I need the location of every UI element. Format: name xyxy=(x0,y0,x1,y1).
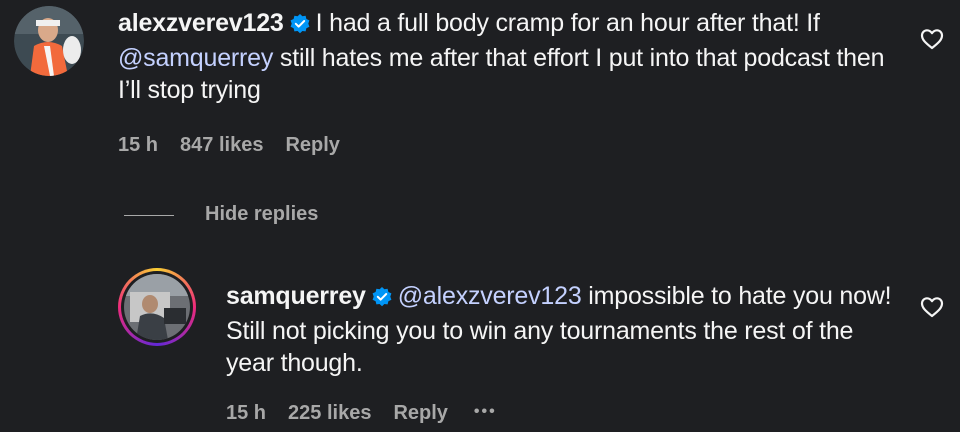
comment-time: 15 h xyxy=(118,134,159,156)
comment-meta: 15 h 225 likes Reply ••• xyxy=(226,402,519,425)
comment-body: I had a full body cramp for an hour afte… xyxy=(315,9,820,37)
verified-badge-icon xyxy=(290,10,310,42)
comment-alexzverev: alexzverev123 I had a full body cramp for… xyxy=(0,0,960,190)
divider-line xyxy=(124,215,174,216)
reply-button[interactable]: Reply xyxy=(393,402,447,424)
comment-username[interactable]: alexzverev123 xyxy=(118,9,284,37)
comment-time: 15 h xyxy=(226,402,267,424)
heart-icon[interactable] xyxy=(920,296,944,323)
avatar-image xyxy=(124,274,190,340)
mention-link[interactable]: @alexzverev123 xyxy=(398,282,582,310)
comment-text: alexzverev123 I had a full body cramp for… xyxy=(118,7,898,106)
hide-replies-button[interactable]: Hide replies xyxy=(205,203,318,226)
likes-count[interactable]: 847 likes xyxy=(180,134,263,156)
comment-meta: 15 h 847 likes Reply xyxy=(118,134,362,157)
more-options-icon[interactable]: ••• xyxy=(474,403,497,420)
mention-link[interactable]: @samquerrey xyxy=(118,44,273,72)
heart-icon[interactable] xyxy=(920,28,944,55)
avatar[interactable] xyxy=(118,268,196,346)
comment-username[interactable]: samquerrey xyxy=(226,282,366,310)
comment-samquerrey: samquerrey @alexzverev123 impossible to h… xyxy=(0,260,960,432)
comment-text: samquerrey @alexzverev123 impossible to h… xyxy=(226,280,896,379)
verified-badge-icon xyxy=(372,283,392,315)
avatar-inner xyxy=(121,271,193,343)
avatar[interactable] xyxy=(14,6,84,76)
likes-count[interactable]: 225 likes xyxy=(288,402,371,424)
reply-button[interactable]: Reply xyxy=(285,134,339,156)
